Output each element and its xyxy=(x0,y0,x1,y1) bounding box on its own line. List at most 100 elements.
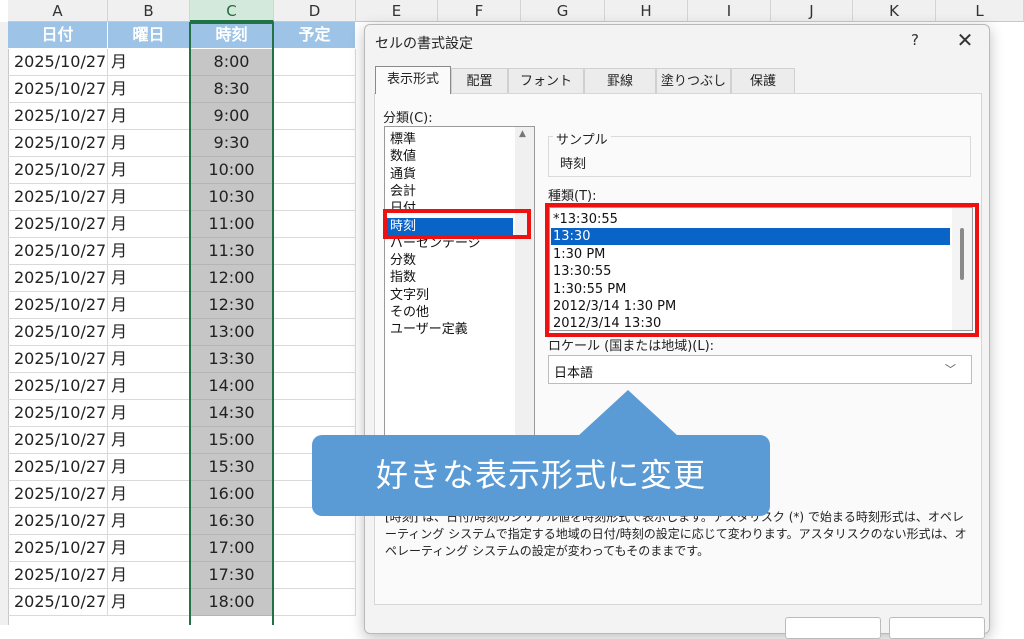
day-cell[interactable]: 月 xyxy=(108,319,190,346)
category-item[interactable]: 会計 xyxy=(390,183,416,200)
time-cell[interactable]: 18:00 xyxy=(190,589,274,616)
day-cell[interactable]: 月 xyxy=(108,49,190,76)
tab-4[interactable]: 塗りつぶし xyxy=(656,68,731,93)
date-cell[interactable]: 2025/10/27 xyxy=(8,292,108,319)
date-cell[interactable]: 2025/10/27 xyxy=(8,103,108,130)
category-item[interactable]: 文字列 xyxy=(390,287,429,304)
tab-5[interactable]: 保護 xyxy=(731,68,795,93)
category-item[interactable]: 日付 xyxy=(390,200,416,217)
category-item[interactable]: 標準 xyxy=(390,131,416,148)
plan-cell[interactable] xyxy=(274,49,356,76)
day-cell[interactable]: 月 xyxy=(108,130,190,157)
type-item[interactable]: 13:30:55 xyxy=(553,263,611,280)
plan-cell[interactable] xyxy=(274,535,356,562)
type-scroll-thumb[interactable] xyxy=(960,228,964,280)
day-cell[interactable]: 月 xyxy=(108,346,190,373)
time-cell[interactable]: 17:00 xyxy=(190,535,274,562)
time-cell[interactable]: 11:00 xyxy=(190,211,274,238)
tab-3[interactable]: 罫線 xyxy=(584,68,656,93)
date-cell[interactable]: 2025/10/27 xyxy=(8,589,108,616)
tab-2[interactable]: フォント xyxy=(508,68,584,93)
column-header-c[interactable]: C xyxy=(190,0,274,22)
time-cell[interactable]: 14:00 xyxy=(190,373,274,400)
type-item[interactable]: 1:30:55 PM xyxy=(553,281,626,298)
day-cell[interactable]: 月 xyxy=(108,535,190,562)
help-button[interactable]: ? xyxy=(905,31,925,49)
time-cell[interactable]: 10:00 xyxy=(190,157,274,184)
day-cell[interactable]: 月 xyxy=(108,373,190,400)
time-cell[interactable]: 9:30 xyxy=(190,130,274,157)
column-header-g[interactable]: G xyxy=(521,0,605,22)
time-cell[interactable]: 14:30 xyxy=(190,400,274,427)
category-scrollbar[interactable]: ▲ xyxy=(515,127,534,453)
plan-cell[interactable] xyxy=(274,265,356,292)
day-cell[interactable]: 月 xyxy=(108,292,190,319)
type-item[interactable]: 13:30 xyxy=(551,228,950,246)
time-cell[interactable]: 15:00 xyxy=(190,427,274,454)
time-cell[interactable]: 8:30 xyxy=(190,76,274,103)
column-header-b[interactable]: B xyxy=(108,0,190,22)
date-cell[interactable]: 2025/10/27 xyxy=(8,265,108,292)
date-cell[interactable]: 2025/10/27 xyxy=(8,130,108,157)
time-cell[interactable]: 12:00 xyxy=(190,265,274,292)
column-header-k[interactable]: K xyxy=(853,0,936,22)
plan-cell[interactable] xyxy=(274,373,356,400)
date-cell[interactable]: 2025/10/27 xyxy=(8,346,108,373)
category-item[interactable]: 指数 xyxy=(390,269,416,286)
category-item[interactable]: ユーザー定義 xyxy=(390,321,468,338)
header-cell-date[interactable]: 日付 xyxy=(8,22,108,49)
time-cell[interactable]: 9:00 xyxy=(190,103,274,130)
plan-cell[interactable] xyxy=(274,562,356,589)
date-cell[interactable]: 2025/10/27 xyxy=(8,49,108,76)
type-item[interactable]: 1:30 PM xyxy=(553,246,605,263)
column-header-d[interactable]: D xyxy=(274,0,356,22)
date-cell[interactable]: 2025/10/27 xyxy=(8,427,108,454)
column-header-a[interactable]: A xyxy=(8,0,108,22)
date-cell[interactable]: 2025/10/27 xyxy=(8,184,108,211)
plan-cell[interactable] xyxy=(274,292,356,319)
category-item[interactable]: パーセンテージ xyxy=(390,235,481,252)
time-cell[interactable]: 17:30 xyxy=(190,562,274,589)
scroll-up-icon[interactable]: ▲ xyxy=(519,129,526,139)
column-header-l[interactable]: L xyxy=(936,0,1024,22)
type-item[interactable]: 2012/3/14 1:30 PM xyxy=(553,298,676,315)
type-item[interactable]: 2012/3/14 13:30 xyxy=(553,315,661,330)
date-cell[interactable]: 2025/10/27 xyxy=(8,535,108,562)
tab-0[interactable]: 表示形式 xyxy=(375,66,451,94)
cancel-button[interactable] xyxy=(889,617,985,639)
header-cell-plan[interactable]: 予定 xyxy=(274,22,356,49)
type-list[interactable]: *13:30:55 13:30 1:30 PM 13:30:55 1:30:55 PM 2… xyxy=(549,207,973,331)
type-item[interactable]: *13:30:55 xyxy=(553,211,618,228)
category-item[interactable]: 数値 xyxy=(390,148,416,165)
category-item[interactable]: 時刻 xyxy=(387,217,513,235)
column-header-e[interactable]: E xyxy=(356,0,438,22)
day-cell[interactable]: 月 xyxy=(108,76,190,103)
plan-cell[interactable] xyxy=(274,211,356,238)
date-cell[interactable]: 2025/10/27 xyxy=(8,157,108,184)
day-cell[interactable]: 月 xyxy=(108,589,190,616)
time-cell[interactable]: 8:00 xyxy=(190,49,274,76)
category-item[interactable]: その他 xyxy=(390,304,429,321)
time-cell[interactable]: 16:00 xyxy=(190,481,274,508)
time-cell[interactable]: 13:00 xyxy=(190,319,274,346)
day-cell[interactable]: 月 xyxy=(108,103,190,130)
type-scrollbar[interactable] xyxy=(952,208,972,330)
day-cell[interactable]: 月 xyxy=(108,427,190,454)
column-header-h[interactable]: H xyxy=(605,0,688,22)
ok-button[interactable] xyxy=(785,617,881,639)
day-cell[interactable]: 月 xyxy=(108,400,190,427)
category-item[interactable]: 分数 xyxy=(390,252,416,269)
day-cell[interactable]: 月 xyxy=(108,184,190,211)
date-cell[interactable]: 2025/10/27 xyxy=(8,454,108,481)
tab-1[interactable]: 配置 xyxy=(451,68,508,93)
category-item[interactable]: 通貨 xyxy=(390,166,416,183)
time-cell[interactable]: 12:30 xyxy=(190,292,274,319)
plan-cell[interactable] xyxy=(274,346,356,373)
time-cell[interactable]: 10:30 xyxy=(190,184,274,211)
plan-cell[interactable] xyxy=(274,400,356,427)
header-cell-time[interactable]: 時刻 xyxy=(190,22,274,49)
date-cell[interactable]: 2025/10/27 xyxy=(8,76,108,103)
time-cell[interactable]: 13:30 xyxy=(190,346,274,373)
column-header-f[interactable]: F xyxy=(438,0,521,22)
date-cell[interactable]: 2025/10/27 xyxy=(8,373,108,400)
